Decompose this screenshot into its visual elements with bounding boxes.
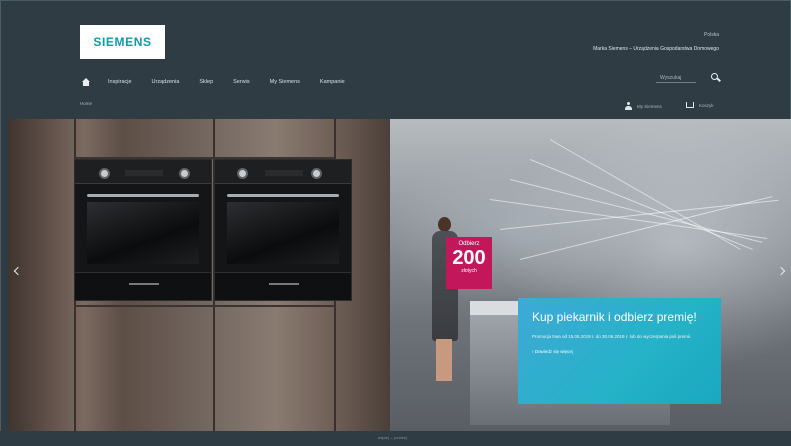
oven-image-right [214,159,352,301]
drawer-handle [129,283,159,285]
promo-body: Promocja trwa od 15.05.2019 r. do 30.06.… [532,334,692,339]
cart-link[interactable]: Koszyk [686,102,714,108]
oven-control-panel [75,160,211,184]
oven-knob [311,168,322,179]
oven-display [125,170,163,176]
person-icon [625,102,632,110]
breadcrumb[interactable]: Home [80,101,92,106]
oven-drawer [215,272,351,300]
scroll-hint-text[interactable]: więcej ⌄ poniżej [378,436,407,440]
cart-label: Koszyk [699,102,714,108]
search-input[interactable]: Wyszukaj [656,74,696,83]
woman-figure-head [438,217,451,232]
oven-drawer [75,272,211,300]
nav-item-sklep[interactable]: Sklep [199,79,213,85]
home-icon[interactable] [82,78,90,86]
oven-knob [179,168,190,179]
wall-divider [74,305,334,307]
nav-item-serwis[interactable]: Serwis [233,79,250,85]
oven-door-glass [87,202,199,264]
nav-item-kampanie[interactable]: Kampanie [320,79,345,85]
nav-item-urzadzenia[interactable]: Urządzenia [152,79,180,85]
account-label: My Siemens [637,103,662,109]
woman-figure-legs [436,339,452,381]
oven-handle [87,194,199,197]
siemens-logo[interactable]: SIEMENS [80,25,165,59]
oven-door-glass [227,202,339,264]
site-tagline: Marka Siemens – Urządzenia Gospodarstwa … [593,46,719,52]
main-navigation: Inspiracje Urządzenia Sklep Serwis My Si… [82,78,365,86]
bonus-badge: Odbierz 200 złotych [446,237,492,289]
logo-text: SIEMENS [93,35,152,49]
oven-image-left [74,159,212,301]
promo-learn-more-link[interactable]: › Dowiedz się więcej [532,349,707,354]
oven-display [265,170,303,176]
oven-knob [237,168,248,179]
promo-card: Kup piekarnik i odbierz premię! Promocja… [518,298,721,404]
account-link[interactable]: My Siemens [625,102,662,110]
drawer-handle [269,283,299,285]
country-selector[interactable]: Polska [704,32,719,38]
nav-item-inspiracje[interactable]: Inspiracje [108,79,132,85]
light-streak [549,139,741,250]
oven-knob [99,168,110,179]
oven-handle [227,194,339,197]
search-icon[interactable] [711,73,718,80]
promo-title: Kup piekarnik i odbierz premię! [532,310,697,324]
badge-amount: 200 [452,247,486,269]
oven-control-panel [215,160,351,184]
nav-item-my-siemens[interactable]: My Siemens [270,79,300,85]
cart-icon [686,102,694,108]
